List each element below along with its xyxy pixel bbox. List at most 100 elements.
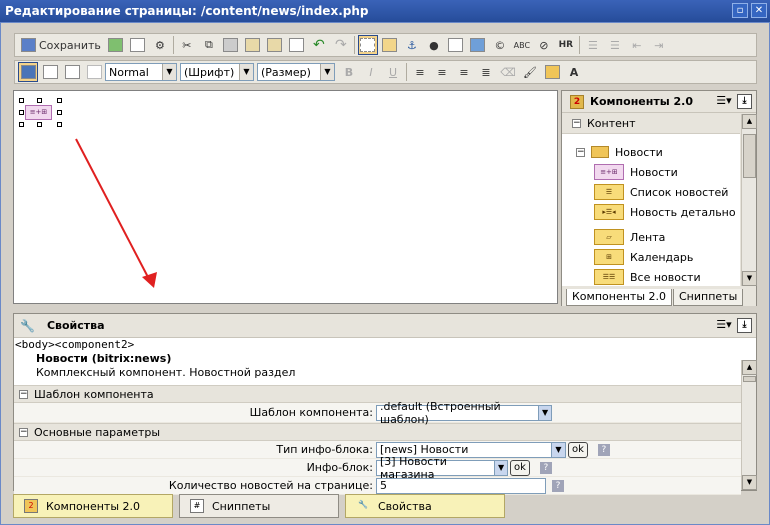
split-mode-icon[interactable]: [62, 62, 82, 82]
eraser-icon[interactable]: ⌫: [498, 62, 518, 82]
resize-handle[interactable]: [19, 98, 24, 103]
tab-snippets[interactable]: # Сниппеты: [179, 494, 339, 518]
code-mode-icon[interactable]: [40, 62, 60, 82]
brush-icon[interactable]: 🖌: [520, 62, 540, 82]
scroll-down-icon[interactable]: ▼: [742, 475, 757, 490]
italic-button[interactable]: I: [361, 62, 381, 82]
component-item[interactable]: ▸☰◂ Новость детально: [562, 202, 740, 222]
text-color-icon[interactable]: A: [564, 62, 584, 82]
chevron-down-icon: ▼: [320, 64, 334, 80]
menu-icon[interactable]: ☰▾: [715, 318, 733, 334]
resize-handle[interactable]: [19, 122, 24, 127]
ok-button[interactable]: ok: [510, 459, 530, 476]
tab-components[interactable]: Компоненты 2.0: [566, 289, 672, 306]
flash-icon[interactable]: ●: [424, 35, 444, 55]
components-panel-tabs: Компоненты 2.0 Сниппеты: [562, 288, 756, 306]
collapse-icon[interactable]: −: [576, 147, 585, 157]
resize-handle[interactable]: [37, 98, 42, 103]
news-count-input[interactable]: 5: [376, 477, 546, 494]
paste-icon[interactable]: [221, 35, 241, 55]
resize-handle[interactable]: [37, 122, 42, 127]
ok-button[interactable]: ok: [568, 441, 588, 458]
copy-icon[interactable]: ⧉: [199, 35, 219, 55]
help-icon[interactable]: ?: [552, 479, 564, 492]
redo-icon[interactable]: ↷: [331, 35, 351, 55]
tab-properties[interactable]: 🔧 Свойства: [345, 494, 505, 518]
align-left-icon[interactable]: ≡: [410, 62, 430, 82]
scroll-down-icon[interactable]: ▼: [742, 271, 757, 286]
collapse-icon[interactable]: −: [572, 119, 581, 128]
menu-icon[interactable]: ☰▾: [715, 94, 733, 110]
component-placeholder[interactable]: ≡+⊞: [25, 105, 52, 120]
component-item[interactable]: ☰☰ Все новости: [562, 267, 740, 286]
scroll-up-icon[interactable]: ▲: [742, 360, 757, 375]
settings-icon[interactable]: ⚙: [150, 35, 170, 55]
restore-icon[interactable]: ▫: [732, 3, 748, 18]
show-borders-icon[interactable]: [357, 35, 378, 55]
view-icon[interactable]: [84, 62, 104, 82]
component-item[interactable]: ☰ Список новостей: [562, 182, 740, 202]
special-char-icon[interactable]: ⊘: [534, 35, 554, 55]
close-icon[interactable]: ✕: [751, 3, 767, 18]
underline-button[interactable]: U: [383, 62, 403, 82]
table-icon[interactable]: [380, 35, 400, 55]
outdent-icon[interactable]: ⇤: [627, 35, 647, 55]
tab-components[interactable]: 2 Компоненты 2.0: [13, 494, 173, 518]
paste-word-icon[interactable]: [243, 35, 263, 55]
align-right-icon[interactable]: ≡: [454, 62, 474, 82]
dock-icon[interactable]: ⤓: [737, 318, 752, 333]
font-select[interactable]: (Шрифт) ▼: [180, 63, 254, 81]
style-select[interactable]: Normal ▼: [105, 63, 177, 81]
hr-icon[interactable]: HR: [556, 35, 576, 55]
cut-icon[interactable]: ✂: [177, 35, 197, 55]
dock-icon[interactable]: ⤓: [737, 94, 752, 109]
properties-scrollbar[interactable]: ▲ ▼: [741, 360, 757, 490]
link-icon[interactable]: [446, 35, 466, 55]
component-item[interactable]: ▱ Лента: [562, 227, 740, 247]
indent-icon[interactable]: ⇥: [649, 35, 669, 55]
paste-text-icon[interactable]: [265, 35, 285, 55]
undo-icon[interactable]: ↶: [309, 35, 329, 55]
template-select[interactable]: .default (Встроенный шаблон) ▼: [376, 400, 552, 426]
param-label: Количество новостей на странице:: [168, 479, 373, 492]
iblock-select[interactable]: [3] Новости магазина ▼: [376, 455, 508, 481]
ordered-list-icon[interactable]: ☰: [583, 35, 603, 55]
section-content[interactable]: − Контент: [562, 114, 740, 134]
scroll-thumb[interactable]: [743, 376, 756, 382]
editor-canvas[interactable]: [13, 90, 558, 304]
align-center-icon[interactable]: ≡: [432, 62, 452, 82]
clean-icon[interactable]: [287, 35, 307, 55]
components-toggle-icon[interactable]: [542, 62, 562, 82]
tree-scrollbar[interactable]: ▲ ▼: [741, 114, 757, 286]
save-button[interactable]: Сохранить: [18, 35, 104, 55]
resize-handle[interactable]: [57, 122, 62, 127]
section-template[interactable]: − Шаблон компонента: [14, 385, 741, 403]
scroll-thumb[interactable]: [743, 134, 756, 178]
exit-icon[interactable]: [106, 35, 126, 55]
help-icon[interactable]: ?: [597, 443, 610, 456]
anchor-icon[interactable]: ⚓: [402, 35, 422, 55]
component-label: Все новости: [630, 270, 701, 284]
resize-handle[interactable]: [57, 110, 62, 115]
resize-handle[interactable]: [57, 98, 62, 103]
component-item[interactable]: ≡+⊞ Новости: [562, 162, 740, 182]
help-icon[interactable]: ?: [539, 461, 552, 474]
tree-folder-news[interactable]: − Новости: [562, 142, 740, 162]
tab-snippets[interactable]: Сниппеты: [673, 289, 744, 306]
component-item[interactable]: ⊞ Календарь: [562, 247, 740, 267]
scroll-up-icon[interactable]: ▲: [742, 114, 757, 129]
unordered-list-icon[interactable]: ☰: [605, 35, 625, 55]
image-icon[interactable]: [468, 35, 488, 55]
properties-icon[interactable]: [128, 35, 148, 55]
spellcheck-icon[interactable]: ABC: [512, 35, 532, 55]
resize-handle[interactable]: [19, 110, 24, 115]
align-justify-icon[interactable]: ≣: [476, 62, 496, 82]
size-select[interactable]: (Размер) ▼: [257, 63, 335, 81]
bold-button[interactable]: B: [339, 62, 359, 82]
copyright-icon[interactable]: ©: [490, 35, 510, 55]
collapse-icon[interactable]: −: [19, 427, 28, 437]
collapse-icon[interactable]: −: [19, 389, 28, 399]
section-main-params[interactable]: − Основные параметры: [14, 423, 741, 441]
wysiwyg-mode-icon[interactable]: [18, 62, 38, 82]
tag-path[interactable]: <body><component2>: [14, 338, 756, 352]
